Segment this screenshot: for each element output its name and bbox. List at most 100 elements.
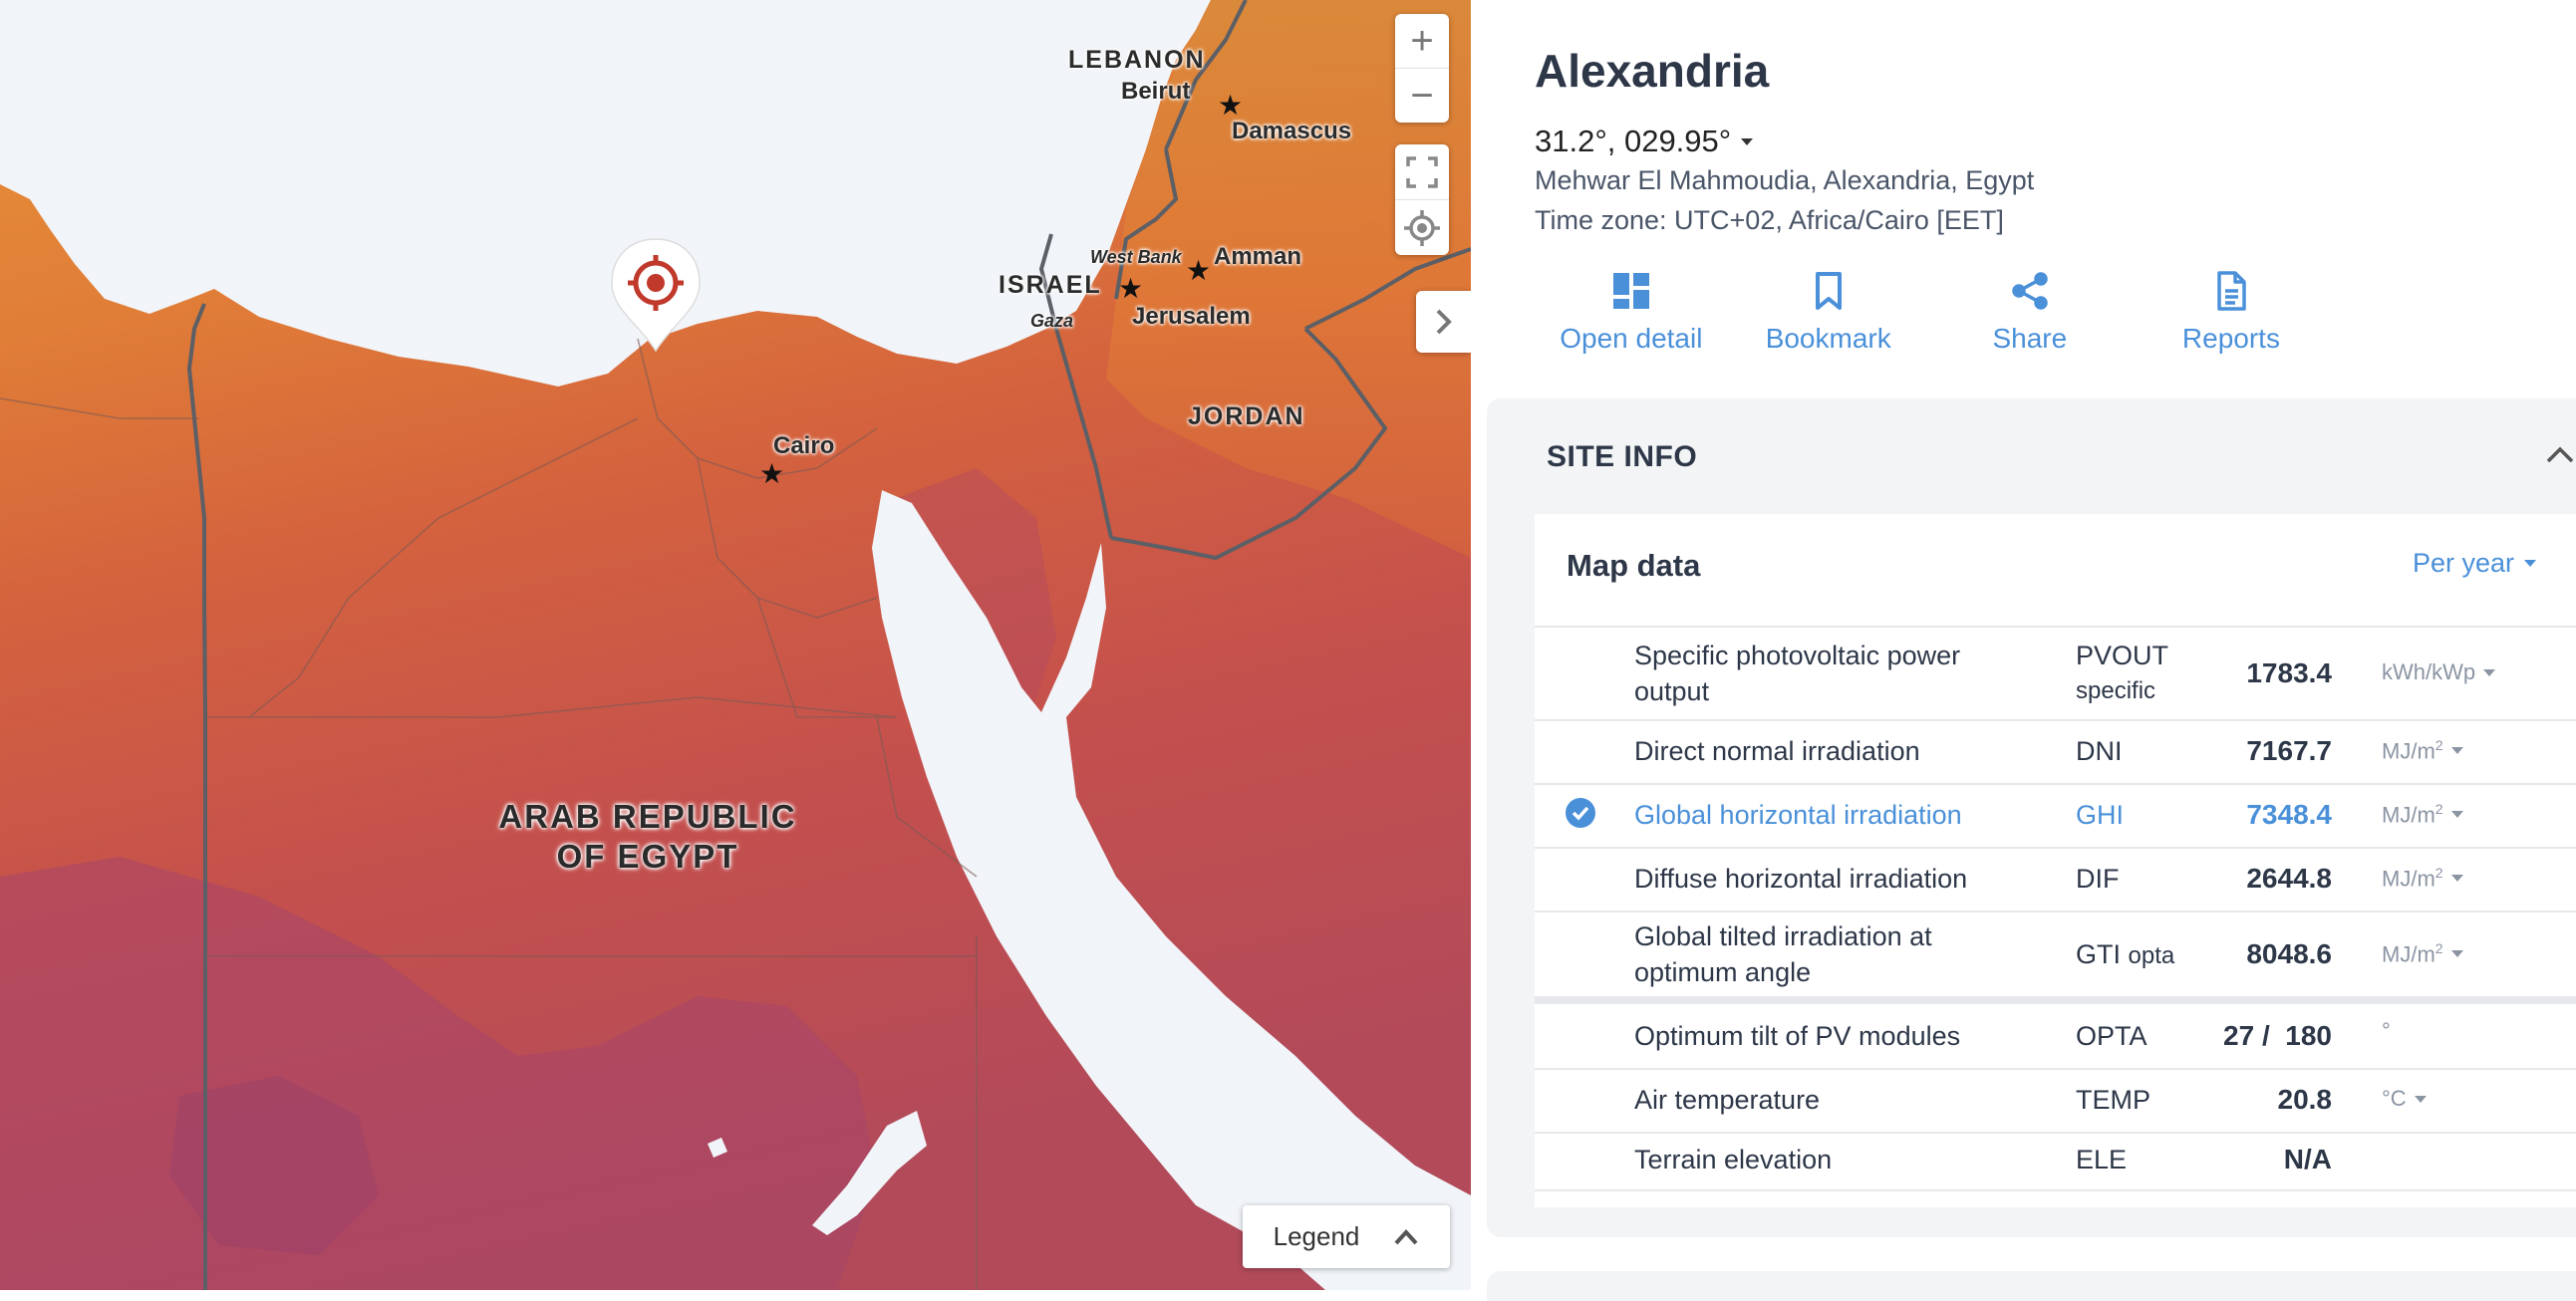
- row-name: Optimum tilt of PV modules: [1634, 1021, 1961, 1051]
- reports-label: Reports: [2181, 323, 2280, 354]
- table-row-gti[interactable]: Global tilted irradiation at optimum ang…: [1535, 911, 2576, 1004]
- locate-me-button[interactable]: [1395, 200, 1449, 255]
- dashboard-icon: [1612, 273, 1649, 309]
- table-row-ele[interactable]: Terrain elevation ELE N/A: [1535, 1132, 2576, 1191]
- row-value: N/A: [2283, 1144, 2332, 1174]
- chevron-up-icon: [1394, 1228, 1418, 1244]
- unit-label: MJ/m2: [2382, 865, 2443, 892]
- coordinates-dropdown[interactable]: 31.2°, 029.95°: [1535, 124, 1754, 159]
- table-row-ghi[interactable]: Global horizontal irradiation GHI 7348.4…: [1535, 783, 2576, 849]
- document-icon: [2217, 271, 2246, 311]
- unit-sup: 2: [2434, 940, 2443, 956]
- row-name: Diffuse horizontal irradiation: [1634, 864, 1968, 894]
- row-abbr: PVOUT specific: [2076, 638, 2168, 709]
- period-dropdown[interactable]: Per year: [2413, 548, 2536, 579]
- label-egypt: ARAB REPUBLIC OF EGYPT: [478, 797, 817, 877]
- site-info-heading: SITE INFO: [1547, 440, 1698, 473]
- crosshair-icon: [1404, 209, 1440, 246]
- row-value: 2644.8: [2246, 863, 2332, 894]
- row-abbr-sub: specific: [2076, 677, 2156, 704]
- unit-label: MJ/m2: [2382, 801, 2443, 828]
- row-value: 1783.4: [2246, 657, 2332, 688]
- row-abbr: DIF: [2076, 864, 2120, 894]
- label-israel: ISRAEL: [999, 271, 1102, 299]
- zoom-out-button[interactable]: −: [1395, 69, 1449, 123]
- unit-label: MJ/m2: [2382, 737, 2443, 764]
- bookmark-label: Bookmark: [1765, 323, 1891, 354]
- label-damascus: Damascus: [1232, 118, 1352, 144]
- site-info-collapse-button[interactable]: [2545, 444, 2575, 469]
- unit-dropdown[interactable]: MJ/m2: [2382, 865, 2463, 892]
- row-name: Terrain elevation: [1634, 1145, 1833, 1174]
- legend-toggle-button[interactable]: Legend: [1243, 1205, 1450, 1268]
- coordinates-value: 31.2°, 029.95°: [1535, 124, 1732, 158]
- row-value: 7348.4: [2246, 799, 2332, 830]
- unit-dropdown[interactable]: °C: [2382, 1086, 2427, 1112]
- share-icon: [2012, 272, 2048, 310]
- table-row-pvout[interactable]: Specific photovoltaic power output PVOUT…: [1535, 628, 2576, 721]
- open-detail-button[interactable]: Open detail: [1535, 271, 1728, 371]
- row-name-line1: Global tilted irradiation at: [1634, 921, 1932, 951]
- zoom-controls: + −: [1395, 14, 1449, 123]
- unit-sup: 2: [2434, 737, 2443, 753]
- table-row-dni[interactable]: Direct normal irradiation DNI 7167.7 MJ/…: [1535, 719, 2576, 785]
- unit-base: MJ/m: [2382, 802, 2435, 828]
- zoom-in-button[interactable]: +: [1395, 14, 1449, 69]
- label-gaza: Gaza: [1030, 311, 1074, 331]
- caret-down-icon: [2483, 668, 2496, 676]
- table-row-opta[interactable]: Optimum tilt of PV modules OPTA 27 / 180…: [1535, 1004, 2576, 1070]
- share-button[interactable]: Share: [1929, 271, 2131, 371]
- table-row-dif[interactable]: Diffuse horizontal irradiation DIF 2644.…: [1535, 847, 2576, 912]
- site-info-section: SITE INFO Map data Per year Specific pho…: [1487, 398, 2576, 1237]
- row-name: Air temperature: [1634, 1085, 1821, 1115]
- bookmark-button[interactable]: Bookmark: [1728, 271, 1929, 371]
- label-jerusalem: Jerusalem: [1132, 303, 1251, 330]
- caret-down-icon: [2450, 950, 2463, 958]
- unit-dropdown[interactable]: MJ/m2: [2382, 940, 2463, 967]
- capital-star-icon: ★: [759, 458, 785, 489]
- table-row-temp[interactable]: Air temperature TEMP 20.8 °C: [1535, 1068, 2576, 1134]
- label-jordan: JORDAN: [1188, 402, 1305, 430]
- row-abbr: TEMP: [2076, 1085, 2151, 1115]
- unit-dropdown[interactable]: MJ/m2: [2382, 737, 2463, 764]
- label-west-bank: West Bank: [1090, 247, 1182, 267]
- reports-button[interactable]: Reports: [2131, 271, 2332, 371]
- next-section-card: [1487, 1271, 2576, 1301]
- row-name: Global horizontal irradiation: [1634, 800, 1962, 830]
- unit-dropdown[interactable]: MJ/m2: [2382, 801, 2463, 828]
- row-abbr: DNI: [2076, 736, 2123, 766]
- unit-sup: 2: [2434, 865, 2443, 881]
- site-timezone: Time zone: UTC+02, Africa/Cairo [EET]: [1535, 205, 2004, 235]
- row-abbr: OPTA: [2076, 1021, 2147, 1051]
- chevron-up-icon: [2546, 446, 2574, 463]
- unit-dropdown[interactable]: kWh/kWp: [2382, 659, 2496, 685]
- label-cairo: Cairo: [773, 432, 835, 459]
- capital-star-icon: ★: [1186, 255, 1212, 286]
- row-name: Specific photovoltaic power output: [1634, 638, 1960, 709]
- collapse-panel-button[interactable]: [1416, 291, 1471, 353]
- map-data-card: Map data Per year Specific photovoltaic …: [1535, 514, 2576, 1207]
- row-name-line2: output: [1634, 676, 1710, 706]
- open-detail-label: Open detail: [1560, 323, 1703, 354]
- action-bar: Open detail Bookmark Share Reports: [1535, 271, 2332, 371]
- solar-map[interactable]: LEBANON Beirut ★ Damascus ISRAEL West Ba…: [0, 0, 1471, 1290]
- location-marker[interactable]: [606, 235, 706, 360]
- row-value: 7167.7: [2246, 735, 2332, 766]
- unit-base: MJ/m: [2382, 941, 2435, 967]
- caret-down-icon: [2450, 811, 2463, 819]
- unit-label: °C: [2382, 1086, 2407, 1111]
- row-abbr: GTI opta: [2076, 936, 2174, 974]
- map-canvas[interactable]: [0, 0, 1471, 1290]
- unit-sup: 2: [2434, 801, 2443, 817]
- unit-base: MJ/m: [2382, 738, 2435, 764]
- fullscreen-icon: [1406, 155, 1438, 188]
- label-egypt-line1: ARAB REPUBLIC: [498, 798, 797, 835]
- site-panel: Alexandria 31.2°, 029.95° Mehwar El Mahm…: [1471, 0, 2576, 1301]
- caret-down-icon: [1741, 137, 1754, 145]
- row-name: Direct normal irradiation: [1634, 736, 1920, 766]
- caret-down-icon: [2450, 747, 2463, 755]
- row-name: Global tilted irradiation at optimum ang…: [1634, 918, 1932, 990]
- fullscreen-button[interactable]: [1395, 144, 1449, 200]
- label-lebanon: LEBANON: [1068, 46, 1206, 74]
- row-value: 27 / 180: [2223, 1020, 2332, 1051]
